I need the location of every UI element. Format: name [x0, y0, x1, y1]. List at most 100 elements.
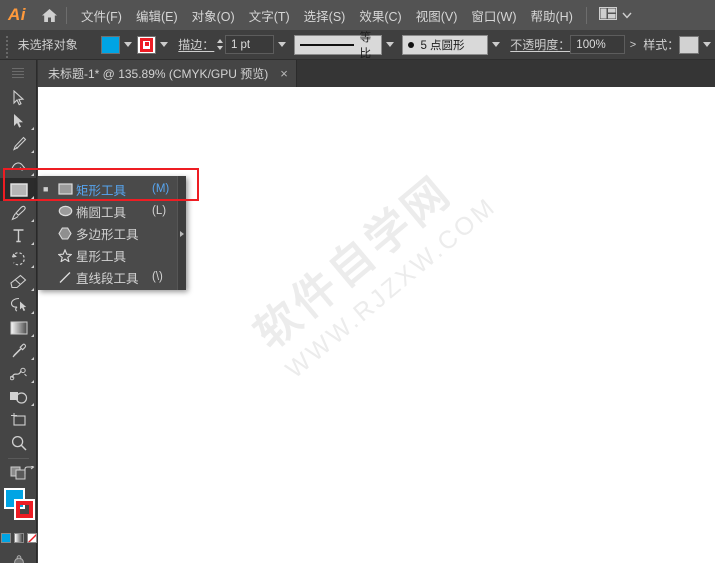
app-logo: Ai — [8, 5, 26, 24]
menu-item-window[interactable]: 窗口(W) — [464, 2, 523, 29]
watermark-url: WWW.RJZXW.COM — [280, 191, 502, 385]
tool-group-corner-icon — [31, 403, 34, 406]
brush-icon — [408, 41, 415, 48]
menu-item-effect[interactable]: 效果(C) — [352, 2, 408, 29]
workspace-switcher[interactable] — [595, 5, 636, 25]
chevron-down-icon — [160, 42, 169, 47]
none-swatch-button[interactable] — [26, 533, 37, 543]
flyout-item-shortcut: (M) — [152, 183, 170, 195]
stepper-up-icon — [216, 39, 223, 43]
direct-selection-tool[interactable] — [0, 109, 37, 132]
eraser-tool[interactable] — [0, 270, 37, 293]
selection-tool[interactable] — [0, 86, 37, 109]
artboard-tool[interactable] — [0, 408, 37, 431]
control-bar-grip[interactable] — [2, 35, 12, 58]
stroke-color-box[interactable] — [14, 499, 35, 520]
type-tool[interactable] — [0, 224, 37, 247]
tools-panel-grip[interactable] — [0, 60, 36, 86]
chevron-down-icon — [492, 42, 501, 47]
blend-tool[interactable] — [0, 362, 37, 385]
line-icon — [54, 271, 76, 284]
tool-group-corner-icon — [31, 242, 34, 245]
fill-dropdown-caret[interactable] — [120, 35, 136, 55]
stroke-weight-input[interactable]: 1 pt — [224, 35, 274, 54]
menu-item-view[interactable]: 视图(V) — [409, 2, 465, 29]
home-icon[interactable] — [34, 8, 64, 23]
ellipse-icon — [54, 205, 76, 217]
flyout-item-star-tool[interactable]: 星形工具 — [38, 244, 186, 266]
stroke-swatch[interactable] — [136, 35, 156, 54]
flyout-item-polygon-tool[interactable]: 多边形工具 — [38, 222, 186, 244]
swap-fill-stroke-icon[interactable] — [24, 466, 35, 476]
flyout-item-label: 星形工具 — [76, 248, 127, 264]
color-swatch-button[interactable] — [0, 533, 11, 543]
flyout-item-label: 多边形工具 — [76, 226, 139, 242]
drawing-mode-button[interactable] — [0, 463, 37, 483]
curvature-tool[interactable] — [0, 155, 37, 178]
style-label: 样式： — [643, 38, 680, 52]
paintbrush-tool[interactable] — [0, 201, 37, 224]
document-tab[interactable]: 未标题-1* @ 135.89% (CMYK/GPU 预览) × — [38, 60, 297, 87]
opacity-label: 不透明度： — [510, 38, 571, 52]
document-tab-title: 未标题-1* @ 135.89% (CMYK/GPU 预览) — [48, 67, 269, 81]
tool-group-corner-icon — [31, 219, 34, 222]
flyout-item-ellipse-tool[interactable]: 椭圆工具 (L) — [38, 200, 186, 222]
rotate-tool[interactable] — [0, 247, 37, 270]
menu-item-help[interactable]: 帮助(H) — [524, 2, 580, 29]
close-icon[interactable]: × — [280, 66, 288, 81]
rectangle-tool[interactable] — [0, 178, 37, 201]
opacity-flyout-arrow[interactable]: > — [625, 39, 641, 51]
control-bar: 未选择对象 描边： 1 pt 等比 5 点圆形 不透明度： 100% > 样式： — [0, 30, 715, 60]
tool-group-corner-icon — [31, 357, 34, 360]
shape-builder-tool[interactable] — [0, 385, 37, 408]
chevron-down-icon — [386, 42, 395, 47]
stroke-dropdown-caret[interactable] — [156, 35, 172, 55]
tool-group-corner-icon — [31, 311, 34, 314]
gradient-swatch-button[interactable] — [13, 533, 24, 543]
menu-item-file[interactable]: 文件(F) — [74, 2, 129, 29]
flyout-item-rectangle-tool[interactable]: ■ 矩形工具 (M) — [38, 178, 186, 200]
menu-item-select[interactable]: 选择(S) — [297, 2, 353, 29]
brush-caret[interactable] — [488, 35, 504, 55]
color-mode-row — [0, 532, 37, 544]
polygon-icon — [54, 226, 76, 240]
menu-item-edit[interactable]: 编辑(E) — [129, 2, 185, 29]
chevron-down-icon — [622, 8, 632, 22]
pen-tool[interactable] — [0, 132, 37, 155]
gradient-tool[interactable] — [0, 316, 37, 339]
screen-mode-button[interactable] — [0, 550, 37, 563]
menu-item-list: 文件(F) 编辑(E) 对象(O) 文字(T) 选择(S) 效果(C) 视图(V… — [74, 2, 580, 29]
stroke-weight-stepper[interactable] — [214, 36, 225, 54]
flyout-item-label: 矩形工具 — [76, 182, 127, 198]
canvas-area[interactable]: 软件自学网 WWW.RJZXW.COM — [38, 87, 715, 563]
menu-item-object[interactable]: 对象(O) — [185, 2, 242, 29]
tool-group-corner-icon — [31, 334, 34, 337]
shape-tools-flyout: ■ 矩形工具 (M) 椭圆工具 (L) 多边形工具 星形工具 直线段工具 (\) — [38, 176, 186, 290]
menu-divider — [66, 6, 67, 24]
opacity-input[interactable]: 100% — [570, 35, 625, 54]
zoom-tool[interactable] — [0, 431, 37, 454]
flyout-item-line-segment-tool[interactable]: 直线段工具 (\) — [38, 266, 186, 288]
graphic-style-swatch[interactable] — [679, 35, 699, 54]
stepper-down-icon — [216, 46, 223, 50]
variable-width-caret[interactable] — [382, 35, 398, 55]
rectangle-icon — [54, 183, 76, 195]
star-icon — [54, 248, 76, 262]
eyedropper-tool[interactable] — [0, 339, 37, 362]
fill-swatch[interactable] — [100, 35, 121, 54]
selection-status: 未选择对象 — [17, 38, 78, 52]
menu-item-type[interactable]: 文字(T) — [242, 2, 297, 29]
flyout-item-shortcut: (L) — [152, 205, 167, 217]
brush-definition[interactable]: 5 点圆形 — [402, 34, 488, 55]
selected-bullet-icon: ■ — [43, 183, 49, 194]
document-tab-bar: 未标题-1* @ 135.89% (CMYK/GPU 预览) × — [0, 60, 715, 87]
layout-panel-icon — [598, 7, 617, 23]
variable-width-profile[interactable]: 等比 — [294, 32, 383, 60]
stroke-weight-caret[interactable] — [274, 35, 290, 55]
tool-group-corner-icon — [31, 150, 34, 153]
style-caret[interactable] — [699, 35, 715, 55]
lasso-tool[interactable] — [0, 293, 37, 316]
chevron-down-icon — [277, 42, 286, 47]
flyout-item-label: 椭圆工具 — [76, 204, 127, 220]
tool-group-corner-icon — [31, 380, 34, 383]
